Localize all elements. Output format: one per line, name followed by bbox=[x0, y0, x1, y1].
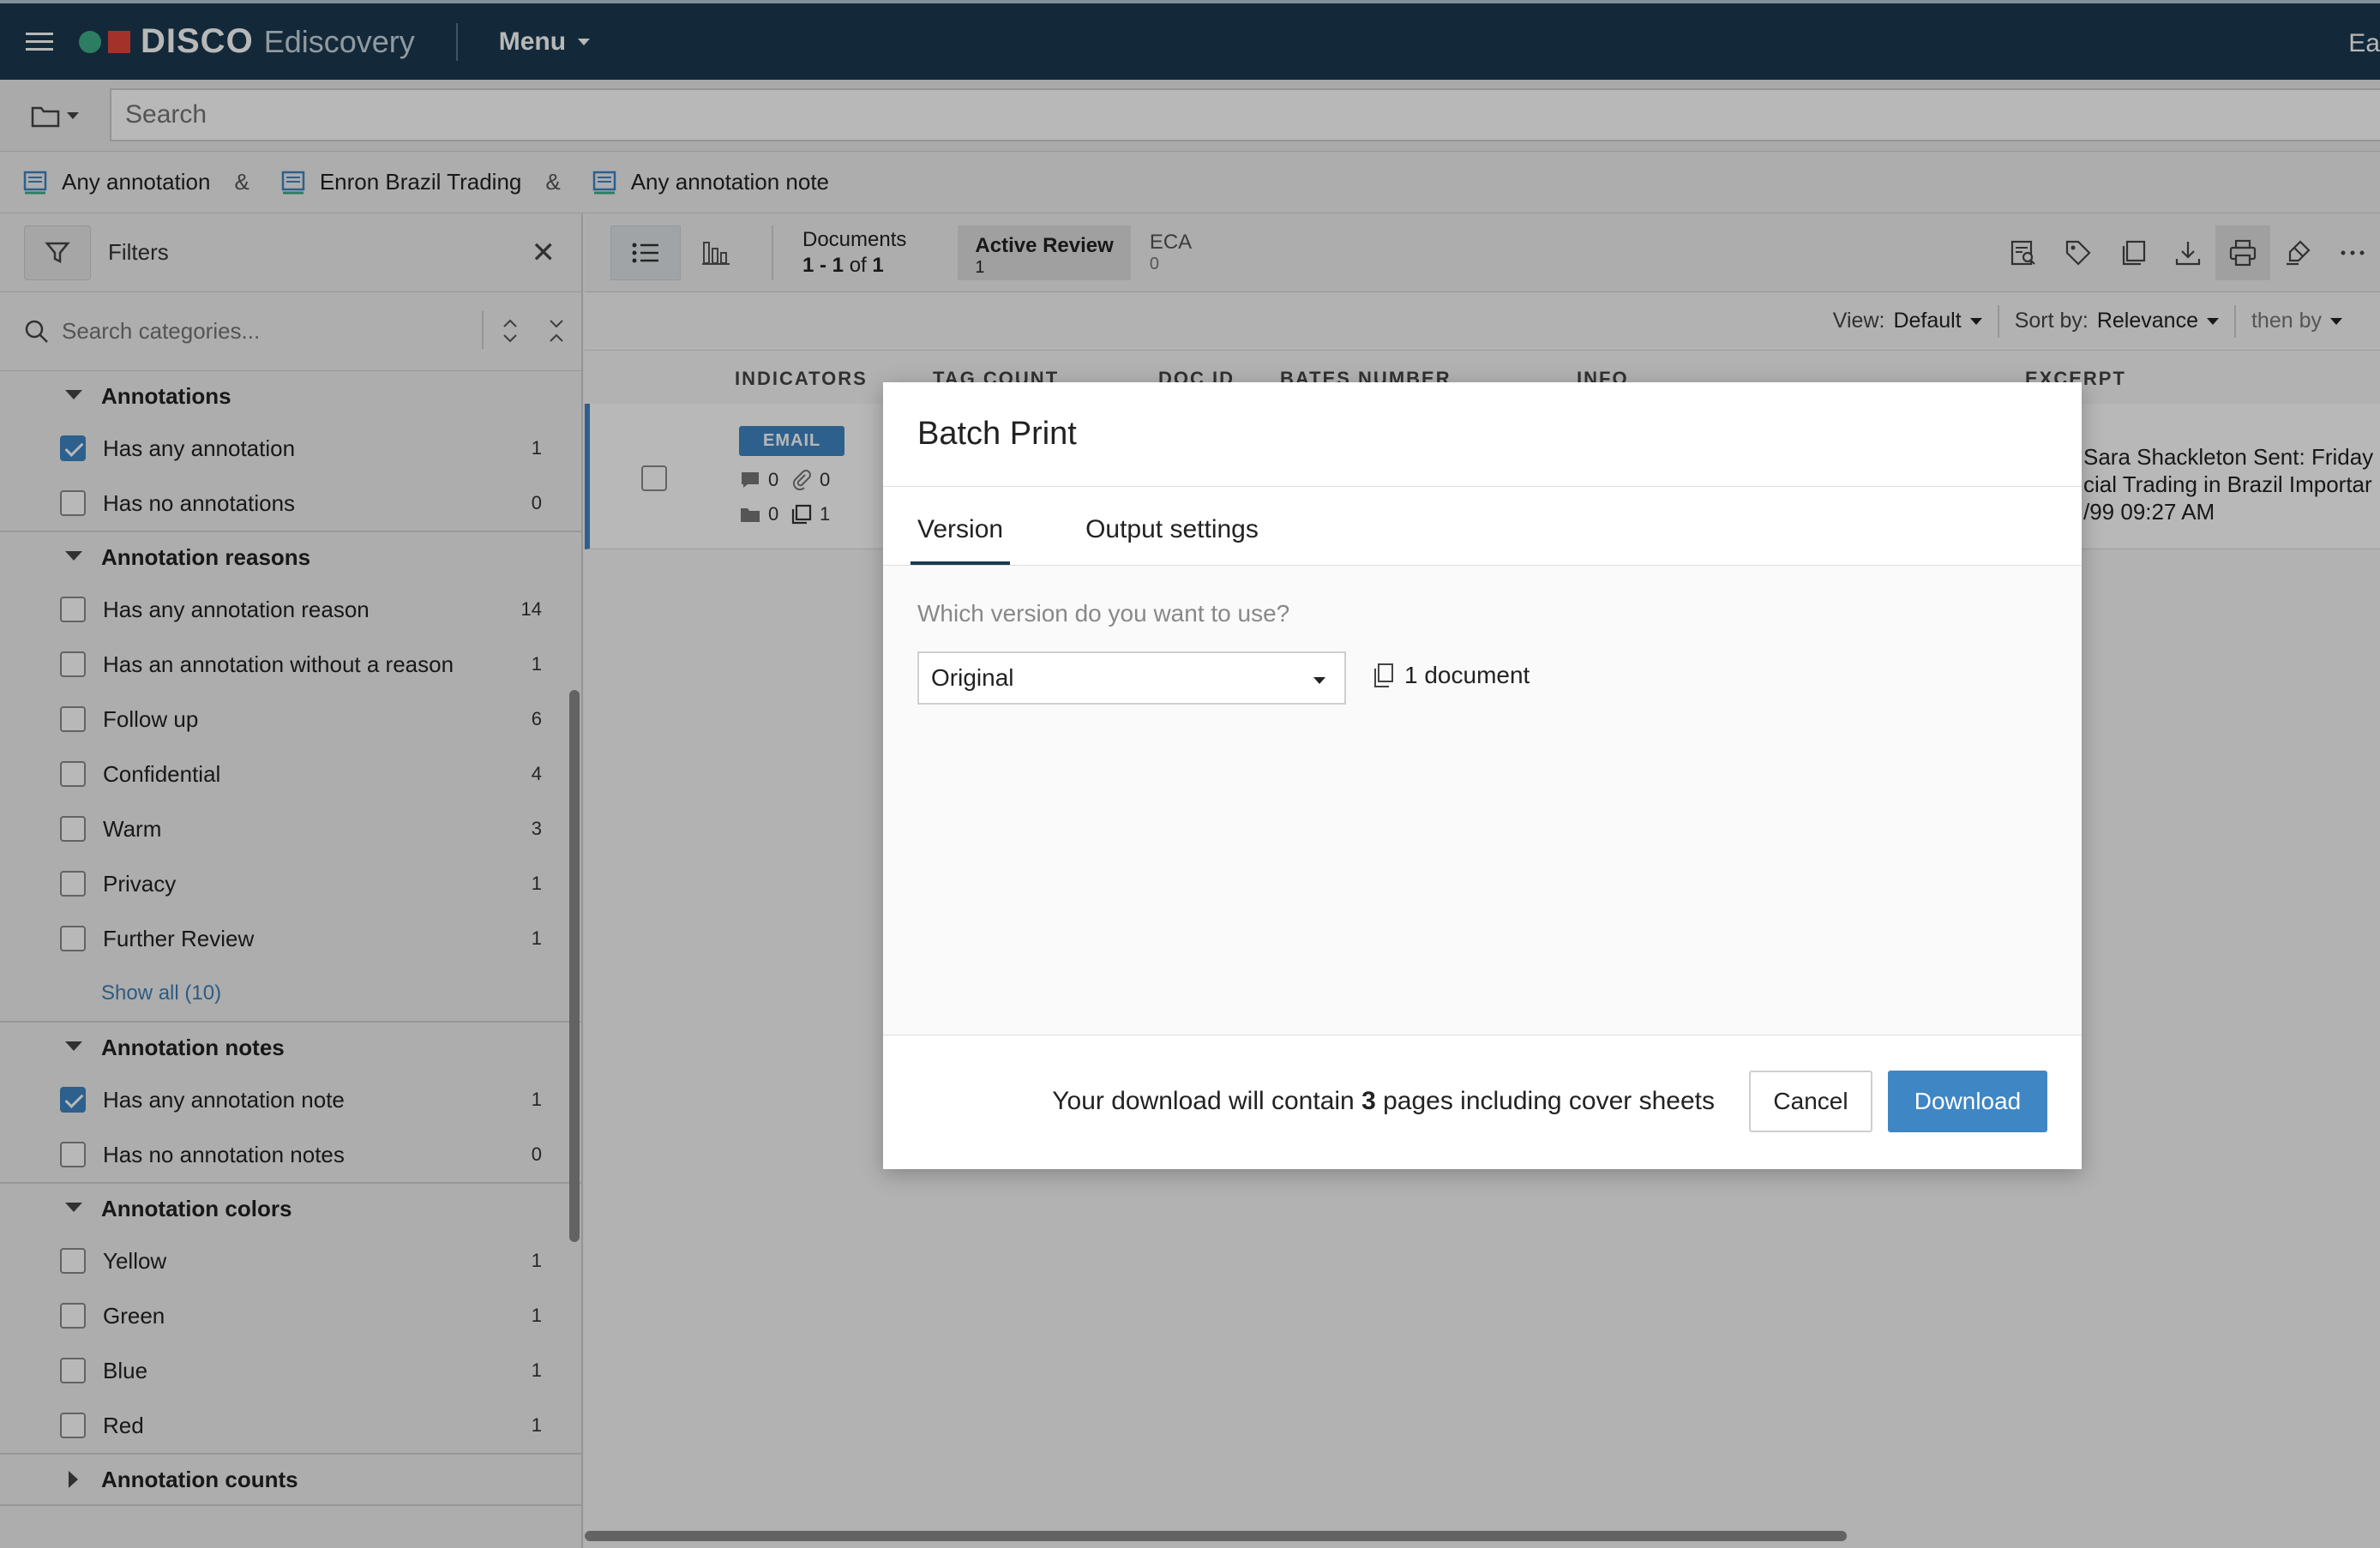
dialog-footer: Your download will contain 3 pages inclu… bbox=[883, 1035, 2082, 1167]
chevron-down-icon bbox=[1313, 677, 1325, 684]
dialog-body: Which version do you want to use? Origin… bbox=[883, 566, 2082, 1035]
document-count: 1 document bbox=[1372, 662, 1530, 689]
summary-pages: 3 bbox=[1361, 1087, 1376, 1115]
dialog-title: Batch Print bbox=[883, 382, 2082, 487]
download-button[interactable]: Download bbox=[1888, 1071, 2047, 1132]
summary-pre: Your download will contain bbox=[1052, 1087, 1362, 1115]
version-question: Which version do you want to use? bbox=[917, 600, 1290, 627]
version-value: Original bbox=[931, 664, 1014, 691]
version-select[interactable]: Original bbox=[917, 651, 1346, 705]
documents-icon bbox=[1374, 663, 1393, 687]
document-count-text: 1 document bbox=[1404, 662, 1530, 688]
batch-print-dialog: Batch Print Version Output settings Whic… bbox=[883, 382, 2082, 1169]
dialog-tabs: Version Output settings bbox=[883, 487, 2082, 566]
tab-output-settings[interactable]: Output settings bbox=[1079, 515, 1265, 565]
download-summary: Your download will contain 3 pages inclu… bbox=[1052, 1087, 1715, 1116]
tab-version[interactable]: Version bbox=[911, 515, 1011, 565]
summary-post: pages including cover sheets bbox=[1375, 1087, 1715, 1115]
cancel-button[interactable]: Cancel bbox=[1749, 1071, 1872, 1132]
